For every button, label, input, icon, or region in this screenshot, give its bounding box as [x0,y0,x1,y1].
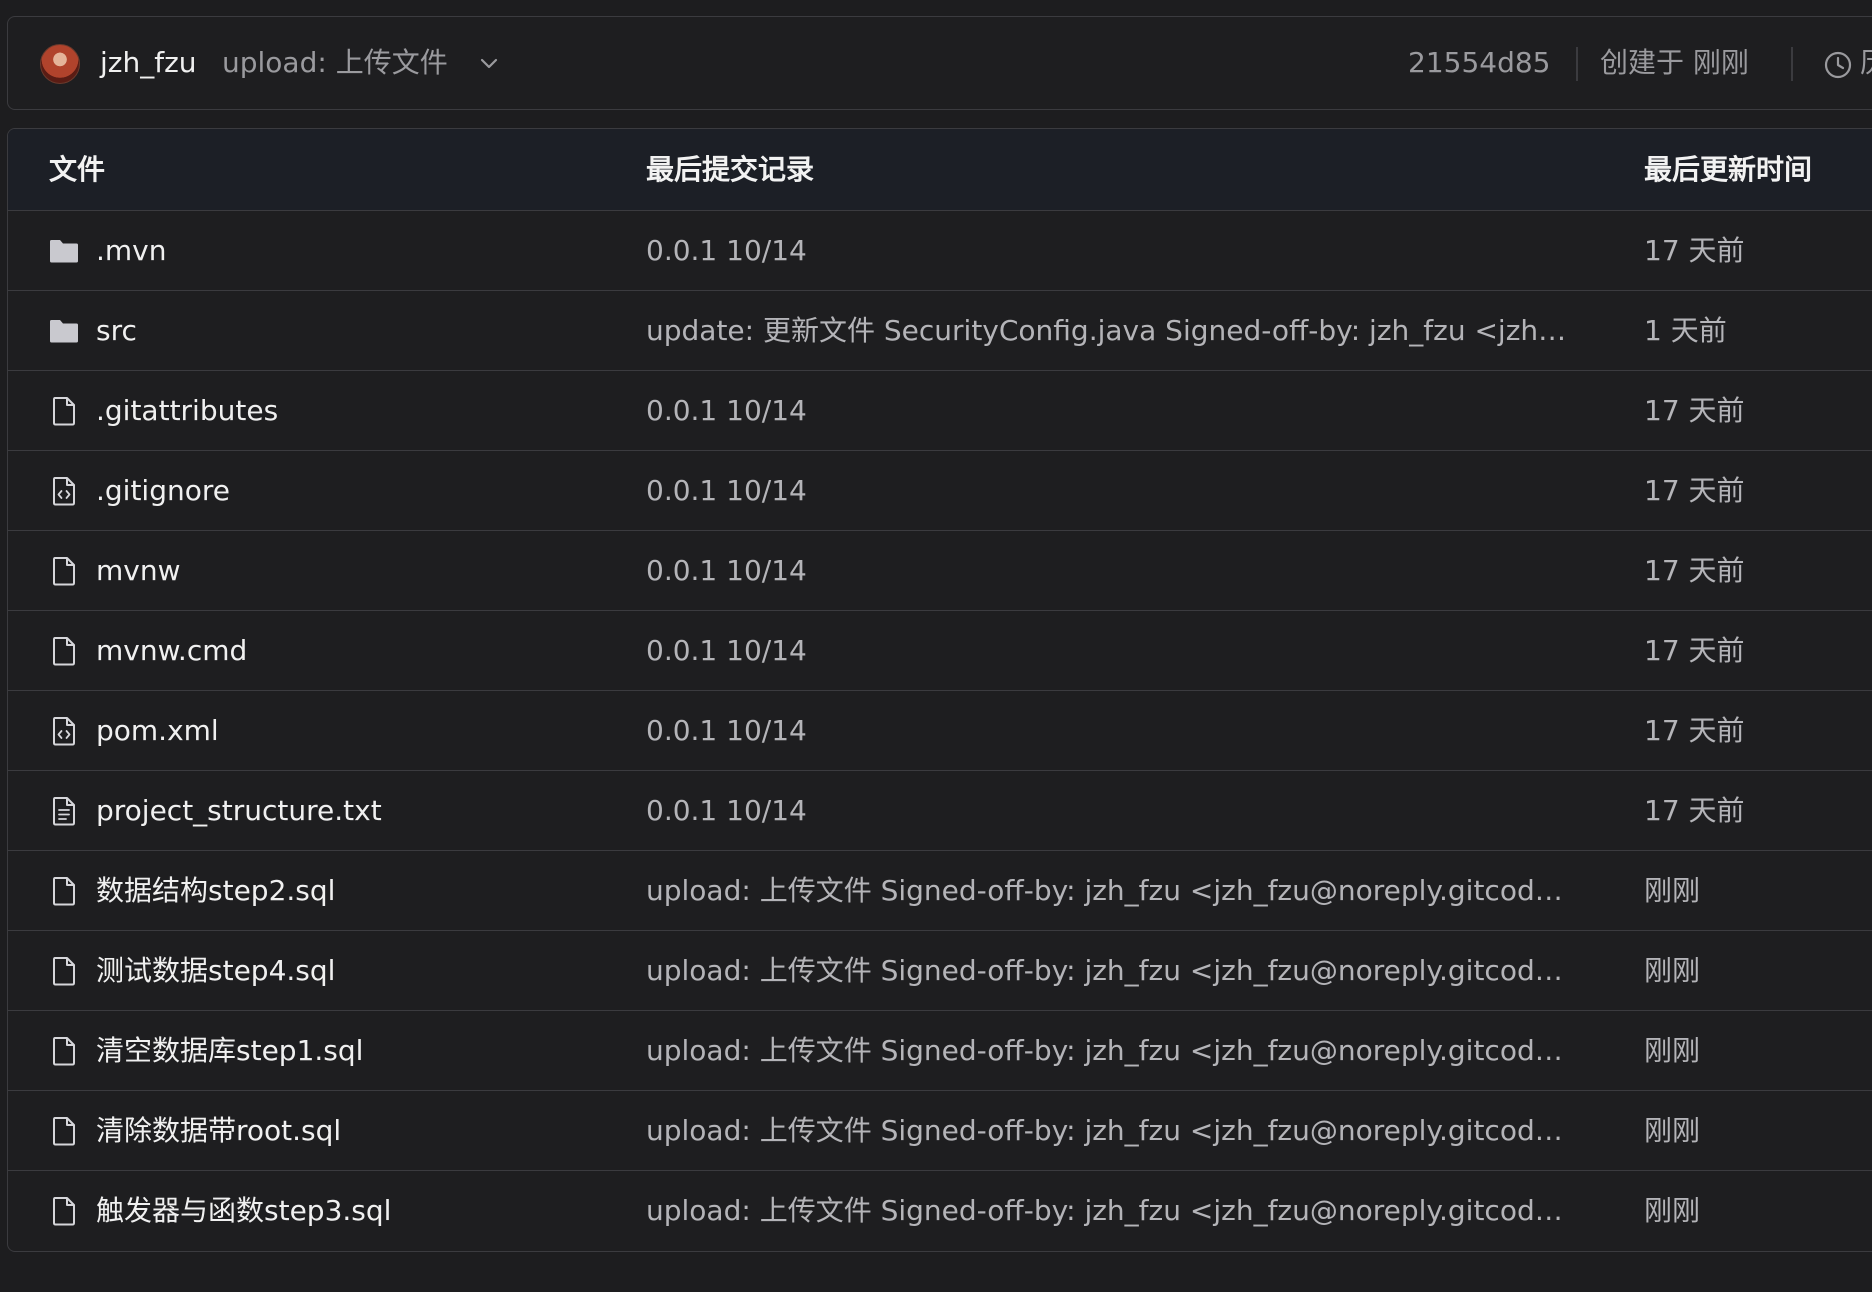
commit-message-link[interactable]: 0.0.1 10/14 [646,371,1576,450]
updated-time: 17 天前 [1644,554,1745,587]
code-file-icon [48,475,80,507]
commit-message[interactable]: upload: 上传文件 [222,43,448,83]
file-name-link[interactable]: .gitattributes [96,371,278,450]
updated-time: 刚刚 [1644,1114,1701,1147]
column-header-last-commit: 最后提交记录 [646,153,815,186]
commit-message-link[interactable]: 0.0.1 10/14 [646,611,1576,690]
table-row[interactable]: pom.xml 0.0.1 10/14 17 天前 [8,691,1872,771]
file-name-link[interactable]: 测试数据step4.sql [96,931,335,1010]
commit-message-link[interactable]: upload: 上传文件 Signed-off-by: jzh_fzu <jzh… [646,931,1576,1010]
table-row[interactable]: .gitattributes 0.0.1 10/14 17 天前 [8,371,1872,451]
commit-message-link[interactable]: upload: 上传文件 Signed-off-by: jzh_fzu <jzh… [646,1091,1576,1170]
commit-message-link[interactable]: 0.0.1 10/14 [646,451,1576,530]
table-row[interactable]: .gitignore 0.0.1 10/14 17 天前 [8,451,1872,531]
table-header: 文件 最后提交记录 最后更新时间 [8,129,1872,211]
commit-author[interactable]: jzh_fzu [100,43,197,83]
file-name-link[interactable]: src [96,291,137,370]
updated-time: 17 天前 [1644,714,1745,747]
file-icon [48,395,80,427]
table-row[interactable]: project_structure.txt 0.0.1 10/14 17 天前 [8,771,1872,851]
updated-time: 17 天前 [1644,474,1745,507]
file-icon [48,1035,80,1067]
table-row[interactable]: mvnw.cmd 0.0.1 10/14 17 天前 [8,611,1872,691]
commit-message-link[interactable]: upload: 上传文件 Signed-off-by: jzh_fzu <jzh… [646,1011,1576,1090]
file-icon [48,635,80,667]
commit-message-link[interactable]: upload: 上传文件 Signed-off-by: jzh_fzu <jzh… [646,1171,1576,1250]
folder-icon [48,235,80,267]
clock-icon[interactable] [1823,50,1853,80]
file-name-link[interactable]: pom.xml [96,691,219,770]
table-row[interactable]: mvnw 0.0.1 10/14 17 天前 [8,531,1872,611]
file-icon [48,1115,80,1147]
table-row[interactable]: 测试数据step4.sql upload: 上传文件 Signed-off-by… [8,931,1872,1011]
file-table: 文件 最后提交记录 最后更新时间 .mvn 0.0.1 10/14 17 天前 … [7,128,1872,1252]
file-list: .mvn 0.0.1 10/14 17 天前 src update: 更新文件 … [8,211,1872,1251]
commit-message-link[interactable]: upload: 上传文件 Signed-off-by: jzh_fzu <jzh… [646,851,1576,930]
repository-file-browser: jzh_fzu upload: 上传文件 21554d85 创建于 刚刚 历 文… [0,0,1872,1292]
file-name-link[interactable]: .mvn [96,211,167,290]
file-icon [48,1195,80,1227]
latest-commit-bar: jzh_fzu upload: 上传文件 21554d85 创建于 刚刚 历 [7,16,1872,110]
table-row[interactable]: 触发器与函数step3.sql upload: 上传文件 Signed-off-… [8,1171,1872,1251]
file-name-link[interactable]: .gitignore [96,451,230,530]
code-file-icon [48,715,80,747]
file-name-link[interactable]: 数据结构step2.sql [96,851,335,930]
table-row[interactable]: 清除数据带root.sql upload: 上传文件 Signed-off-by… [8,1091,1872,1171]
updated-time: 17 天前 [1644,394,1745,427]
updated-time: 刚刚 [1644,874,1701,907]
file-name-link[interactable]: 清除数据带root.sql [96,1091,341,1170]
avatar[interactable] [40,44,80,84]
divider [1791,47,1793,81]
folder-icon [48,315,80,347]
commit-hash[interactable]: 21554d85 [1408,43,1550,83]
commit-created-time: 创建于 刚刚 [1600,46,1749,79]
updated-time: 17 天前 [1644,634,1745,667]
file-icon [48,955,80,987]
commit-message-link[interactable]: 0.0.1 10/14 [646,211,1576,290]
commit-message-link[interactable]: 0.0.1 10/14 [646,531,1576,610]
commit-message-link[interactable]: 0.0.1 10/14 [646,771,1576,850]
file-name-link[interactable]: mvnw [96,531,181,610]
updated-time: 17 天前 [1644,234,1745,267]
updated-time: 17 天前 [1644,794,1745,827]
file-name-link[interactable]: mvnw.cmd [96,611,247,690]
column-header-last-updated: 最后更新时间 [1644,153,1813,186]
commit-message-link[interactable]: 0.0.1 10/14 [646,691,1576,770]
updated-time: 1 天前 [1644,314,1727,347]
file-icon [48,555,80,587]
table-row[interactable]: 清空数据库step1.sql upload: 上传文件 Signed-off-b… [8,1011,1872,1091]
column-header-file: 文件 [49,153,106,186]
history-button-label[interactable]: 历 [1860,43,1872,83]
commit-message-link[interactable]: update: 更新文件 SecurityConfig.java Signed-… [646,291,1576,370]
divider [1576,47,1578,81]
table-row[interactable]: .mvn 0.0.1 10/14 17 天前 [8,211,1872,291]
chevron-down-icon[interactable] [478,53,500,75]
text-file-icon [48,795,80,827]
file-name-link[interactable]: project_structure.txt [96,771,382,850]
file-icon [48,875,80,907]
updated-time: 刚刚 [1644,1194,1701,1227]
updated-time: 刚刚 [1644,954,1701,987]
updated-time: 刚刚 [1644,1034,1701,1067]
table-row[interactable]: 数据结构step2.sql upload: 上传文件 Signed-off-by… [8,851,1872,931]
file-name-link[interactable]: 清空数据库step1.sql [96,1011,363,1090]
file-name-link[interactable]: 触发器与函数step3.sql [96,1171,391,1250]
table-row[interactable]: src update: 更新文件 SecurityConfig.java Sig… [8,291,1872,371]
